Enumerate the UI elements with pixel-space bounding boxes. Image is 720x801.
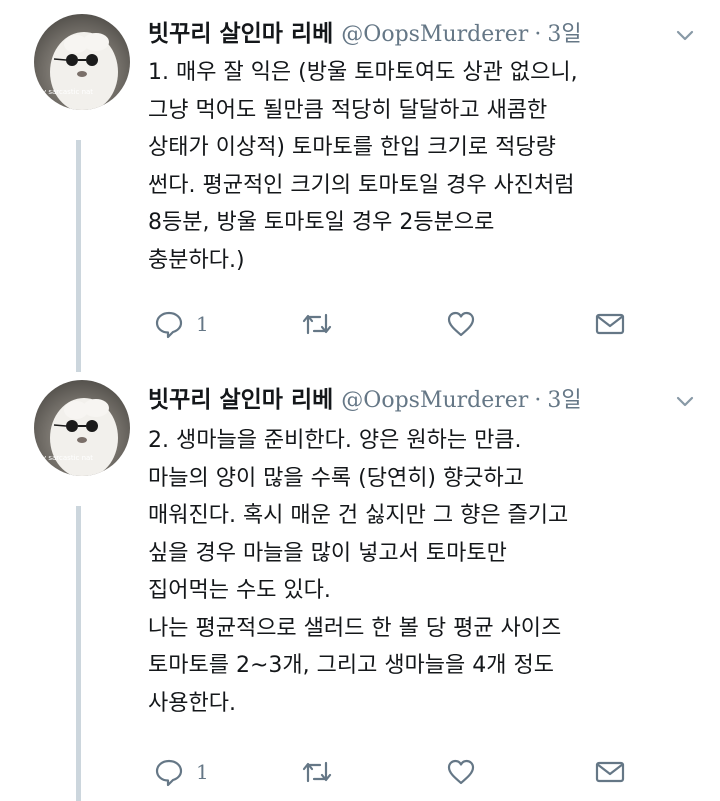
envelope-icon: [595, 313, 625, 335]
direct-message-button[interactable]: [594, 754, 626, 790]
retweet-button[interactable]: [300, 754, 334, 790]
timestamp[interactable]: 3일: [547, 16, 581, 48]
tweet-actions: 1: [148, 754, 648, 794]
tweet-header: 빗꾸리 살인마 리베 @OopsMurderer · 3일: [148, 380, 582, 416]
direct-message-button[interactable]: [594, 306, 626, 342]
reply-count: 1: [196, 312, 209, 336]
svg-text:y sarcastic nat: y sarcastic nat: [42, 88, 93, 96]
tweet-actions: 1: [148, 306, 648, 346]
reply-button[interactable]: 1: [154, 306, 209, 342]
tweet-text: 1. 매우 잘 익은 (방울 토마토여도 상관 없으니, 그냥 먹어도 될만큼 …: [148, 60, 578, 273]
display-name[interactable]: 빗꾸리 살인마 리베: [148, 380, 333, 414]
chevron-down-icon[interactable]: [672, 388, 698, 414]
separator-dot: ·: [534, 22, 542, 47]
retweet-button[interactable]: [300, 306, 334, 342]
reply-icon: [155, 311, 183, 339]
reply-count: 1: [196, 760, 209, 784]
avatar[interactable]: y sarcastic nat: [34, 380, 130, 476]
avatar-image: y sarcastic nat: [42, 32, 118, 110]
tweet-header: 빗꾸리 살인마 리베 @OopsMurderer · 3일: [148, 14, 582, 50]
heart-icon: [447, 759, 475, 785]
avatar-image: y sarcastic nat: [42, 398, 118, 476]
svg-text:y sarcastic nat: y sarcastic nat: [42, 454, 93, 462]
reply-button[interactable]: 1: [154, 754, 209, 790]
heart-icon: [447, 311, 475, 337]
timestamp[interactable]: 3일: [547, 382, 581, 414]
like-button[interactable]: [446, 306, 476, 342]
reply-icon: [155, 759, 183, 787]
separator-dot: ·: [534, 388, 542, 413]
display-name[interactable]: 빗꾸리 살인마 리베: [148, 14, 333, 48]
chevron-down-icon[interactable]: [672, 22, 698, 48]
tweet[interactable]: y sarcastic nat 빗꾸리 살인마 리베 @OopsMurderer…: [0, 380, 720, 800]
avatar[interactable]: y sarcastic nat: [34, 14, 130, 110]
user-handle[interactable]: @OopsMurderer: [341, 388, 528, 413]
user-handle[interactable]: @OopsMurderer: [341, 22, 528, 47]
tweet[interactable]: y sarcastic nat 빗꾸리 살인마 리베 @OopsMurderer…: [0, 14, 720, 364]
tweet-text: 2. 생마늘을 준비한다. 양은 원하는 만큼. 마늘의 양이 많을 수록 (당…: [148, 428, 569, 716]
envelope-icon: [595, 761, 625, 783]
like-button[interactable]: [446, 754, 476, 790]
retweet-icon: [302, 761, 332, 783]
retweet-icon: [302, 313, 332, 335]
